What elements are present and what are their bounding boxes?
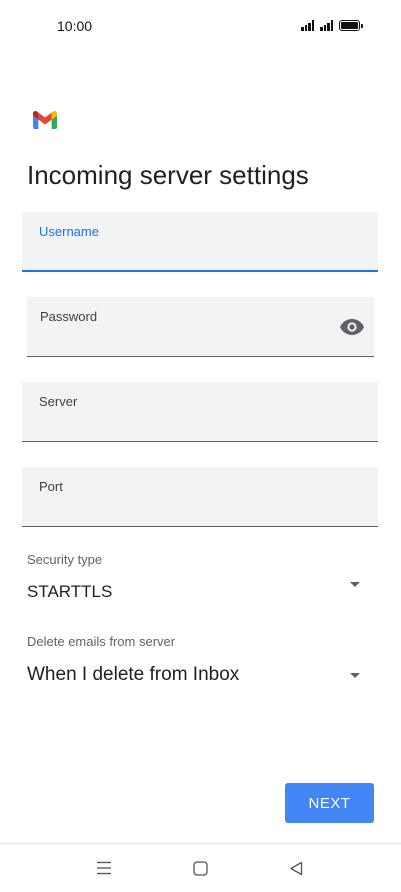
signal-icon [320, 20, 333, 31]
gmail-logo-icon [33, 111, 57, 129]
password-field[interactable]: Password [27, 297, 374, 357]
security-type-dropdown[interactable]: STARTTLS [22, 572, 378, 612]
status-time: 10:00 [57, 18, 93, 34]
delete-emails-label: Delete emails from server [27, 634, 176, 649]
signal-icon [301, 20, 314, 31]
home-icon[interactable] [187, 856, 213, 880]
page-title: Incoming server settings [27, 160, 309, 190]
status-bar: 10:00 [0, 0, 401, 56]
chevron-down-icon [350, 582, 360, 587]
menu-icon[interactable] [91, 856, 117, 880]
username-field[interactable]: Username [22, 212, 378, 272]
security-type-label: Security type [27, 552, 103, 567]
delete-emails-dropdown[interactable]: When I delete from Inbox [22, 655, 378, 695]
username-label: Username [39, 224, 99, 239]
eye-icon[interactable] [340, 318, 364, 336]
chevron-down-icon [350, 673, 360, 678]
battery-icon [339, 20, 363, 31]
security-type-value: STARTTLS [27, 582, 113, 601]
port-field[interactable]: Port [22, 467, 378, 527]
status-icons [301, 20, 363, 31]
server-field[interactable]: Server [22, 382, 378, 442]
navigation-bar [0, 843, 401, 892]
delete-emails-value: When I delete from Inbox [27, 664, 240, 685]
server-label: Server [39, 394, 78, 409]
password-label: Password [40, 309, 98, 324]
port-label: Port [39, 479, 63, 494]
back-icon[interactable] [283, 856, 309, 880]
next-button[interactable]: NEXT [285, 783, 374, 823]
